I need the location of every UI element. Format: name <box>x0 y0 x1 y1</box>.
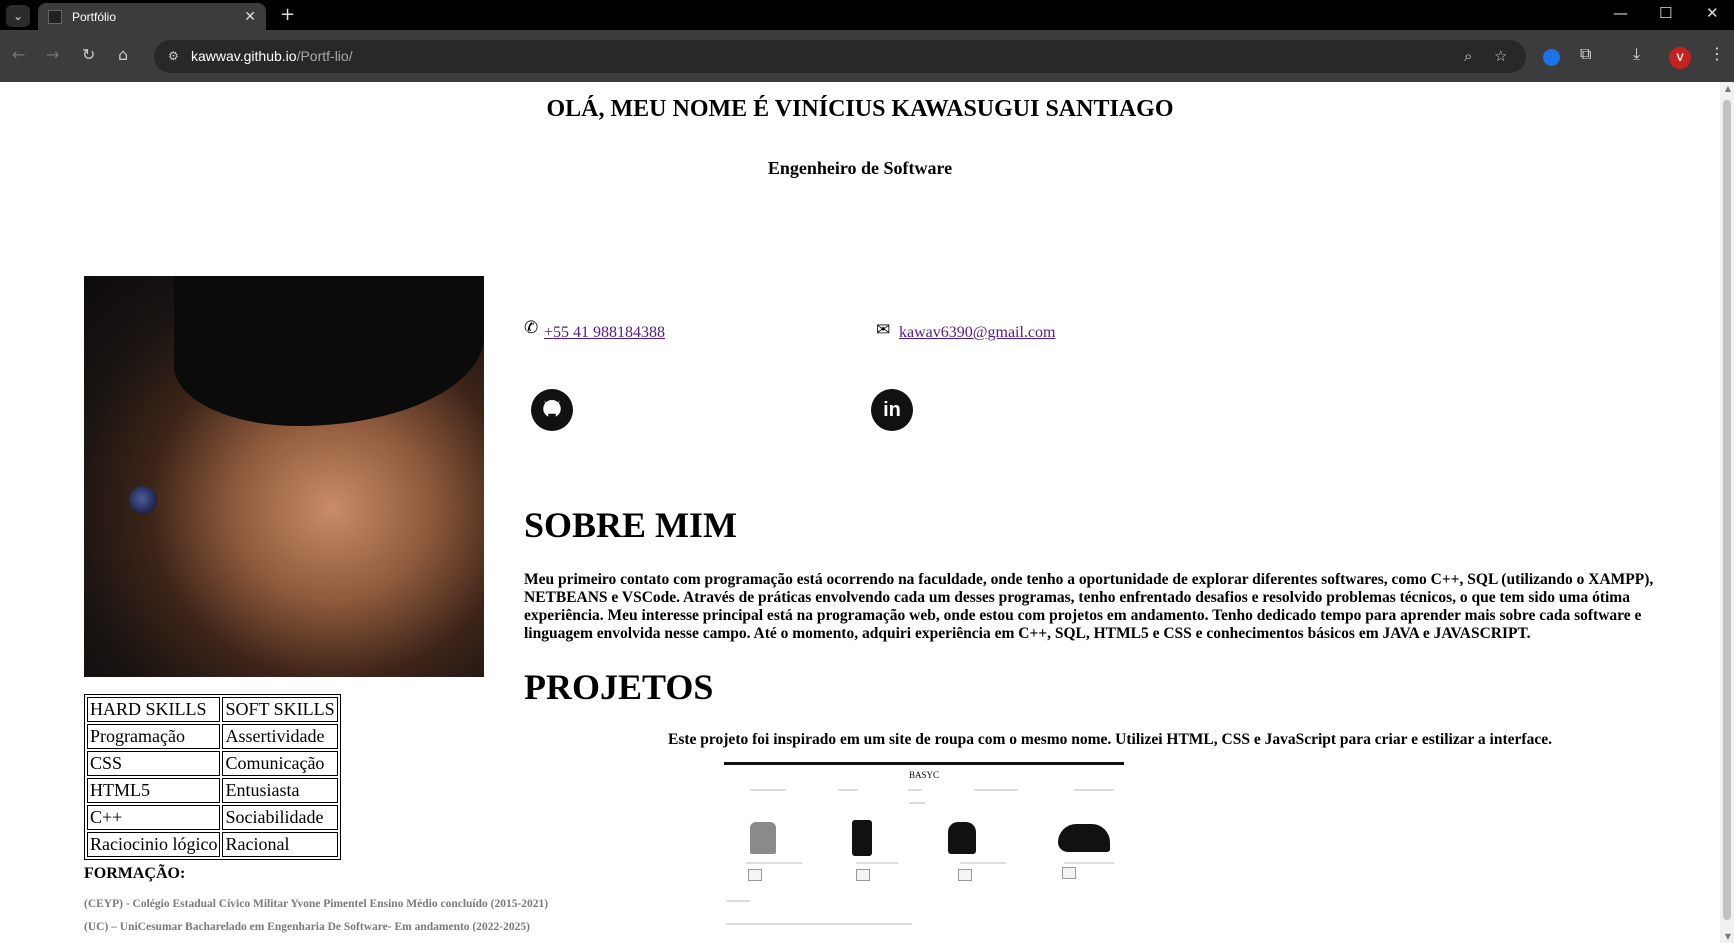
github-icon[interactable] <box>531 389 573 431</box>
active-tab[interactable]: Portfólio ✕ <box>38 3 266 30</box>
forward-icon[interactable]: → <box>46 45 59 64</box>
page-title: OLÁ, MEU NOME É VINÍCIUS KAWASUGUI SANTI… <box>546 96 1174 122</box>
preview-nav-item <box>908 789 922 791</box>
hard-skill-cell: Programação <box>87 724 221 749</box>
skills-row: Raciocinio lógico Racional <box>87 832 338 857</box>
skills-row: C++ Sociabilidade <box>87 805 338 830</box>
back-icon[interactable]: ← <box>12 45 25 64</box>
preview-button <box>856 869 870 881</box>
preview-caption <box>746 862 802 864</box>
preview-section-label <box>909 802 925 804</box>
new-tab-icon[interactable]: + <box>280 4 295 25</box>
preview-nav-item <box>1074 789 1114 791</box>
preview-nav-item <box>838 789 858 791</box>
address-bar[interactable]: ⚙ kawwav.github.io/Portf-lio/ ⌕ ☆ <box>154 40 1526 73</box>
tab-strip: ⌄ Portfólio ✕ + — ☐ ✕ <box>0 0 1734 30</box>
profile-avatar[interactable]: V <box>1669 47 1691 69</box>
scroll-up-icon[interactable]: ▲ <box>1725 84 1731 93</box>
preview-button <box>748 869 762 881</box>
soft-skill-cell: Racional <box>222 832 338 857</box>
preview-caption <box>856 862 898 864</box>
preview-search <box>974 789 1018 791</box>
scroll-down-icon[interactable]: ▼ <box>1725 932 1731 941</box>
preview-brand: BASYC <box>908 770 939 780</box>
sobre-paragraph: Meu primeiro contato com programação est… <box>524 571 1654 642</box>
formacao-item: (UC) – UniCesumar Bacharelado em Engenha… <box>84 921 530 933</box>
url-text[interactable]: kawwav.github.io/Portf-lio/ <box>191 48 353 64</box>
preview-footer-label <box>726 900 750 902</box>
formacao-item: (CEYP) - Colégio Estadual Cívico Militar… <box>84 898 549 910</box>
skills-row: HTML5 Entusiasta <box>87 778 338 803</box>
phone-icon: ✆ <box>524 318 539 338</box>
favicon-icon <box>48 9 62 24</box>
download-icon[interactable]: ⤓ <box>1633 44 1640 64</box>
skills-row: CSS Comunicação <box>87 751 338 776</box>
preview-nav-item <box>750 789 786 791</box>
hard-skill-cell: HARD SKILLS <box>87 697 221 722</box>
minimize-icon[interactable]: — <box>1613 4 1628 22</box>
close-tab-icon[interactable]: ✕ <box>244 9 256 25</box>
soft-skill-cell: Comunicação <box>222 751 338 776</box>
preview-button <box>1062 867 1076 879</box>
skills-table: HARD SKILLS SOFT SKILLS Programação Asserti… <box>84 694 341 860</box>
mail-icon: ✉ <box>876 320 891 340</box>
reload-icon[interactable]: ↻ <box>82 45 95 64</box>
preview-form <box>726 923 912 925</box>
soft-skill-cell: Sociabilidade <box>222 805 338 830</box>
browser-toolbar: ← → ↻ ⌂ ⚙ kawwav.github.io/Portf-lio/ ⌕ … <box>0 30 1734 82</box>
extensions-icon[interactable]: ⧉ <box>1580 44 1591 64</box>
section-title-projetos: PROJETOS <box>524 667 714 707</box>
project-preview-image[interactable]: BASYC <box>724 762 1124 943</box>
maximize-icon[interactable]: ☐ <box>1659 4 1672 22</box>
photo-earbud <box>129 486 157 514</box>
preview-product <box>736 818 796 878</box>
skills-row: Programação Assertividade <box>87 724 338 749</box>
phone-link[interactable]: +55 41 988184388 <box>544 324 665 342</box>
tab-search-button[interactable]: ⌄ <box>6 5 30 27</box>
close-window-icon[interactable]: ✕ <box>1706 4 1719 22</box>
preview-caption <box>960 862 1006 864</box>
extension-icon[interactable] <box>1543 49 1560 66</box>
soft-skill-cell: Assertividade <box>222 724 338 749</box>
zoom-icon[interactable]: ⌕ <box>1464 47 1472 65</box>
hard-skill-cell: CSS <box>87 751 221 776</box>
tab-title: Portfólio <box>72 9 117 24</box>
scroll-thumb[interactable] <box>1723 100 1731 920</box>
hard-skill-cell: C++ <box>87 805 221 830</box>
scrollbar[interactable]: ▲ ▼ <box>1720 82 1734 943</box>
subtitle: Engenheiro de Software <box>767 158 953 178</box>
bookmark-star-icon[interactable]: ☆ <box>1494 47 1507 65</box>
home-icon[interactable]: ⌂ <box>118 45 128 64</box>
hard-skill-cell: HTML5 <box>87 778 221 803</box>
soft-skill-cell: SOFT SKILLS <box>222 697 338 722</box>
profile-photo <box>84 276 484 677</box>
preview-top-bar <box>724 762 1124 765</box>
photo-hair <box>174 276 484 426</box>
web-page: OLÁ, MEU NOME É VINÍCIUS KAWASUGUI SANTI… <box>0 82 1720 943</box>
site-info-icon[interactable]: ⚙ <box>168 49 179 63</box>
soft-skill-cell: Entusiasta <box>222 778 338 803</box>
project-description: Este projeto foi inspirado em um site de… <box>668 731 1552 748</box>
skills-header-row: HARD SKILLS SOFT SKILLS <box>87 697 338 722</box>
formacao-title: FORMAÇÃO: <box>84 865 186 882</box>
preview-button <box>958 869 972 881</box>
menu-icon[interactable]: ⋮ <box>1709 44 1725 63</box>
hard-skill-cell: Raciocinio lógico <box>87 832 221 857</box>
email-link[interactable]: kawav6390@gmail.com <box>899 324 1055 342</box>
preview-caption <box>1064 862 1114 864</box>
section-title-sobre: SOBRE MIM <box>524 505 738 545</box>
linkedin-icon[interactable]: in <box>871 389 913 431</box>
